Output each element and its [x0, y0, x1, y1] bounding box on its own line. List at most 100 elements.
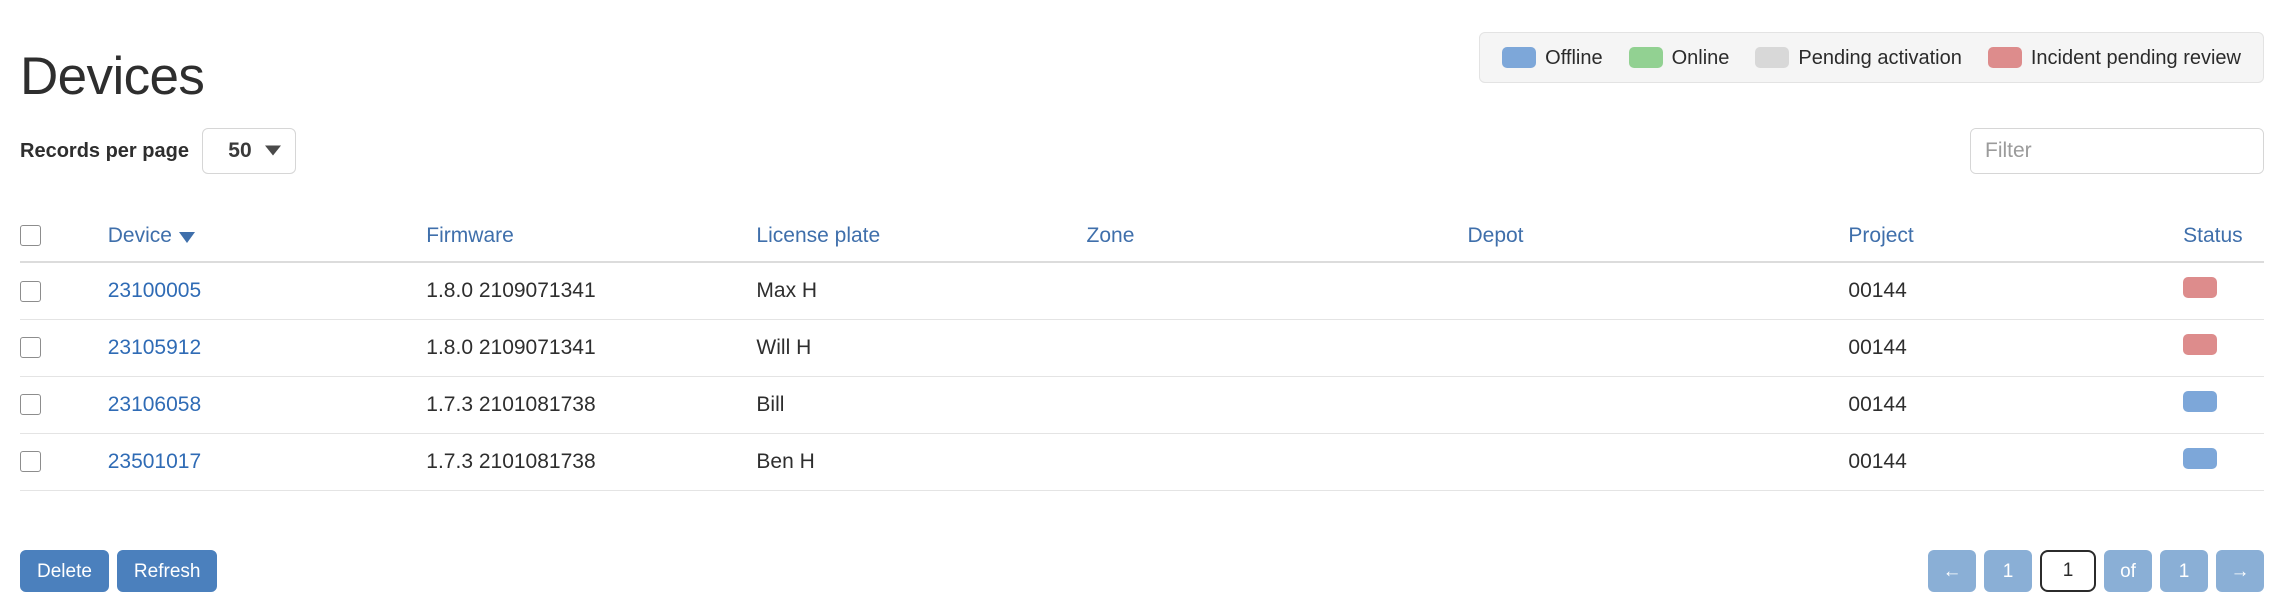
cell-status [2183, 319, 2264, 377]
row-select-cell [20, 433, 108, 491]
cell-zone [1086, 319, 1468, 377]
cell-firmware: 1.7.3 2101081738 [426, 376, 757, 434]
cell-license-plate: Max H [756, 262, 1087, 320]
row-checkbox[interactable] [20, 394, 41, 416]
current-page-input[interactable] [2040, 550, 2096, 592]
records-per-page-value: 50 [228, 139, 252, 162]
column-header-project[interactable]: Project [1848, 210, 2184, 263]
refresh-button[interactable]: Refresh [116, 550, 218, 592]
status-badge [2183, 277, 2218, 299]
row-checkbox[interactable] [20, 337, 41, 359]
cell-firmware: 1.8.0 2109071341 [426, 262, 757, 320]
cell-status [2183, 433, 2264, 491]
column-header-license-plate[interactable]: License plate [756, 210, 1087, 263]
cell-firmware: 1.7.3 2101081738 [426, 433, 757, 491]
devices-page: Offline Online Pending activation Incide… [0, 0, 2284, 610]
table-row: 23106058 1.7.3 2101081738 Bill 00144 [20, 376, 2264, 434]
status-badge [2183, 391, 2218, 412]
cell-license-plate: Ben H [756, 433, 1087, 491]
cell-device: 23105912 [107, 319, 427, 377]
cell-device: 23501017 [107, 433, 427, 491]
column-header-depot[interactable]: Depot [1467, 210, 1849, 263]
column-header-status-label: Status [2183, 223, 2243, 247]
legend-item-online: Online [1628, 46, 1730, 69]
caret-down-icon [178, 231, 195, 243]
column-header-status[interactable]: Status [2183, 210, 2264, 263]
legend-item-offline: Offline [1502, 46, 1603, 69]
legend-label-incident-pending-review: Incident pending review [2030, 46, 2241, 69]
footer-actions: Delete Refresh [20, 550, 218, 592]
row-select-cell [20, 262, 108, 320]
cell-depot [1467, 319, 1849, 377]
row-checkbox[interactable] [20, 451, 41, 473]
column-header-device[interactable]: Device [107, 210, 427, 263]
delete-button[interactable]: Delete [20, 550, 109, 592]
records-per-page-group: Records per page 50 [20, 128, 296, 174]
devices-table-wrap: Device Firmware License plate Zone Depot… [20, 210, 2264, 491]
cell-project: 00144 [1848, 376, 2184, 434]
column-header-license-plate-label: License plate [756, 223, 881, 247]
device-link[interactable]: 23501017 [108, 450, 201, 473]
device-link[interactable]: 23105912 [108, 336, 201, 359]
total-pages-button[interactable]: 1 [2160, 550, 2208, 592]
row-select-cell [20, 319, 108, 377]
legend-label-offline: Offline [1545, 46, 1603, 69]
column-header-firmware-label: Firmware [426, 223, 514, 247]
chevron-down-icon [264, 145, 281, 156]
cell-device: 23106058 [107, 376, 427, 434]
legend-swatch-pending-activation-icon [1755, 47, 1790, 68]
status-badge [2183, 334, 2218, 355]
legend-item-pending-activation: Pending activation [1755, 46, 1962, 69]
column-header-depot-label: Depot [1467, 223, 1524, 247]
sort-device[interactable]: Device [108, 224, 195, 248]
table-header-row: Device Firmware License plate Zone Depot… [20, 210, 2264, 263]
footer: Delete Refresh ← 1 of 1 → [20, 550, 2264, 592]
of-label: of [2104, 550, 2152, 592]
cell-depot [1467, 262, 1849, 320]
pagination: ← 1 of 1 → [1928, 550, 2264, 592]
cell-zone [1086, 262, 1468, 320]
legend-item-incident-pending-review: Incident pending review [1987, 46, 2241, 69]
page-title: Devices [20, 47, 205, 106]
device-link[interactable]: 23100005 [108, 279, 201, 302]
cell-license-plate: Bill [756, 376, 1087, 434]
column-header-firmware[interactable]: Firmware [426, 210, 757, 263]
records-per-page-label: Records per page [20, 139, 189, 162]
cell-license-plate: Will H [756, 319, 1087, 377]
status-legend: Offline Online Pending activation Incide… [1479, 32, 2264, 83]
column-header-device-label: Device [107, 223, 172, 247]
devices-table: Device Firmware License plate Zone Depot… [20, 210, 2264, 491]
table-row: 23501017 1.7.3 2101081738 Ben H 00144 [20, 433, 2264, 491]
legend-label-pending-activation: Pending activation [1798, 46, 1962, 69]
column-header-project-label: Project [1848, 223, 1914, 247]
filter-input[interactable] [1971, 129, 2263, 173]
table-row: 23100005 1.8.0 2109071341 Max H 00144 [20, 262, 2264, 320]
legend-swatch-incident-icon [1987, 47, 2022, 68]
select-all-checkbox[interactable] [20, 225, 41, 247]
device-link[interactable]: 23106058 [108, 393, 201, 416]
row-checkbox[interactable] [20, 280, 41, 302]
legend-swatch-online-icon [1628, 47, 1663, 68]
table-head: Device Firmware License plate Zone Depot… [20, 210, 2264, 263]
cell-status [2183, 262, 2264, 320]
column-header-zone-label: Zone [1086, 223, 1135, 247]
legend-swatch-offline-icon [1502, 47, 1537, 68]
legend-label-online: Online [1671, 46, 1730, 69]
previous-page-button[interactable]: ← [1928, 550, 1976, 592]
select-all-header [20, 210, 108, 263]
next-page-button[interactable]: → [2216, 550, 2264, 592]
table-body: 23100005 1.8.0 2109071341 Max H 00144 23… [20, 262, 2264, 491]
table-row: 23105912 1.8.0 2109071341 Will H 00144 [20, 319, 2264, 377]
first-page-button[interactable]: 1 [1984, 550, 2032, 592]
cell-zone [1086, 433, 1468, 491]
cell-depot [1467, 376, 1849, 434]
cell-status [2183, 376, 2264, 434]
cell-project: 00144 [1848, 433, 2184, 491]
cell-depot [1467, 433, 1849, 491]
cell-device: 23100005 [107, 262, 427, 320]
cell-firmware: 1.8.0 2109071341 [426, 319, 757, 377]
filter-group: 4 [1970, 128, 2264, 174]
records-per-page-select[interactable]: 50 [201, 128, 296, 174]
row-select-cell [20, 376, 108, 434]
column-header-zone[interactable]: Zone [1086, 210, 1468, 263]
